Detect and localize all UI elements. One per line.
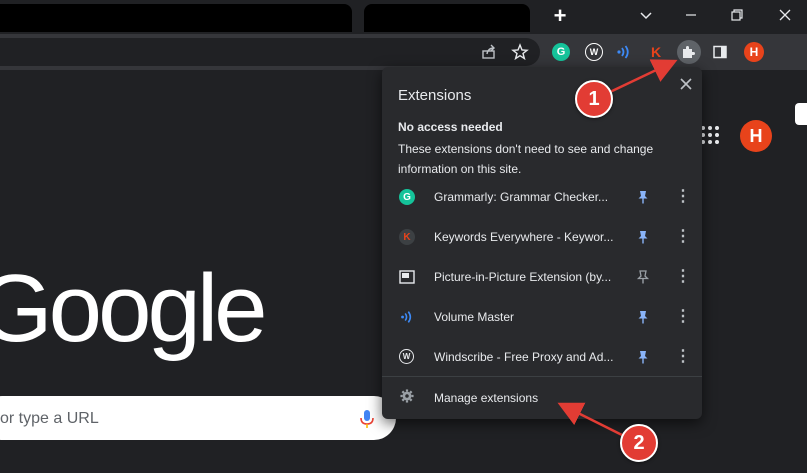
more-options-icon[interactable]: ⋮ [674, 227, 692, 247]
tab-search-button[interactable] [633, 4, 659, 26]
extensions-menu-title: Extensions [398, 87, 472, 104]
close-menu-button[interactable] [675, 73, 697, 95]
chevron-down-icon [640, 12, 652, 20]
extension-name: Windscribe - Free Proxy and Ad... [434, 350, 614, 364]
extension-name: Picture-in-Picture Extension (by... [434, 270, 612, 284]
pin-icon[interactable] [635, 229, 651, 245]
extensions-puzzle-button[interactable] [677, 40, 701, 64]
close-window-button[interactable] [772, 4, 798, 26]
section-description: These extensions don't need to see and c… [398, 142, 654, 176]
puzzle-icon [683, 46, 695, 58]
extension-item-windscribe[interactable]: W Windscribe - Free Proxy and Ad... ⋮ [382, 337, 702, 377]
extension-item-grammarly[interactable]: G Grammarly: Grammar Checker... ⋮ [382, 177, 702, 217]
section-heading: No access needed [398, 120, 503, 134]
extension-name: Volume Master [434, 310, 515, 324]
pin-icon[interactable] [635, 309, 651, 325]
menu-divider [382, 376, 702, 377]
volume-master-icon [399, 309, 415, 325]
restore-button[interactable] [724, 4, 750, 26]
windscribe-icon[interactable]: W [582, 40, 606, 64]
windscribe-icon: W [399, 349, 414, 364]
keywords-everywhere-icon: K [399, 229, 415, 245]
profile-avatar-button[interactable]: H [742, 40, 766, 64]
callout-badge-1: 1 [575, 80, 613, 118]
grammarly-icon[interactable]: G [549, 40, 573, 64]
minimize-button[interactable] [678, 4, 704, 26]
browser-tab[interactable] [0, 4, 352, 32]
extension-item-volume-master[interactable]: Volume Master ⋮ [382, 297, 702, 337]
avatar: H [744, 42, 764, 62]
volume-master-icon[interactable] [612, 40, 636, 64]
keywords-everywhere-icon[interactable]: K [644, 40, 668, 64]
extension-name: Grammarly: Grammar Checker... [434, 190, 609, 204]
extension-item-keywords-everywhere[interactable]: K Keywords Everywhere - Keywor... ⋮ [382, 217, 702, 257]
pin-icon[interactable] [635, 269, 651, 285]
search-placeholder: or type a URL [0, 410, 99, 427]
manage-extensions-label: Manage extensions [434, 391, 539, 405]
new-tab-button[interactable]: + [547, 4, 573, 30]
pin-icon[interactable] [635, 349, 651, 365]
address-bar[interactable] [0, 38, 540, 66]
pin-icon[interactable] [635, 189, 651, 205]
side-panel-icon[interactable] [708, 40, 732, 64]
more-options-icon[interactable]: ⋮ [674, 187, 692, 207]
google-logo: Google [0, 255, 268, 362]
minimize-icon [686, 14, 696, 16]
more-options-icon[interactable]: ⋮ [674, 267, 692, 287]
page-edge-element [795, 103, 807, 125]
apps-grid-icon[interactable] [699, 124, 721, 146]
extensions-menu: Extensions No access needed These extens… [382, 67, 702, 419]
restore-icon [731, 9, 743, 21]
more-options-icon[interactable]: ⋮ [674, 307, 692, 327]
close-icon [680, 78, 692, 90]
picture-in-picture-icon [399, 269, 415, 285]
extension-item-picture-in-picture[interactable]: Picture-in-Picture Extension (by... ⋮ [382, 257, 702, 297]
callout-badge-2: 2 [620, 424, 658, 462]
extension-name: Keywords Everywhere - Keywor... [434, 230, 614, 244]
grammarly-icon: G [399, 189, 415, 205]
more-options-icon[interactable]: ⋮ [674, 347, 692, 367]
google-account-avatar[interactable]: H [740, 120, 772, 152]
share-icon[interactable] [477, 40, 501, 64]
close-icon [779, 9, 791, 21]
gear-icon [400, 389, 416, 405]
bookmark-star-icon[interactable] [508, 40, 532, 64]
microphone-icon[interactable] [358, 409, 376, 429]
browser-tab-2[interactable] [364, 4, 530, 32]
manage-extensions-item[interactable]: Manage extensions [382, 379, 702, 415]
